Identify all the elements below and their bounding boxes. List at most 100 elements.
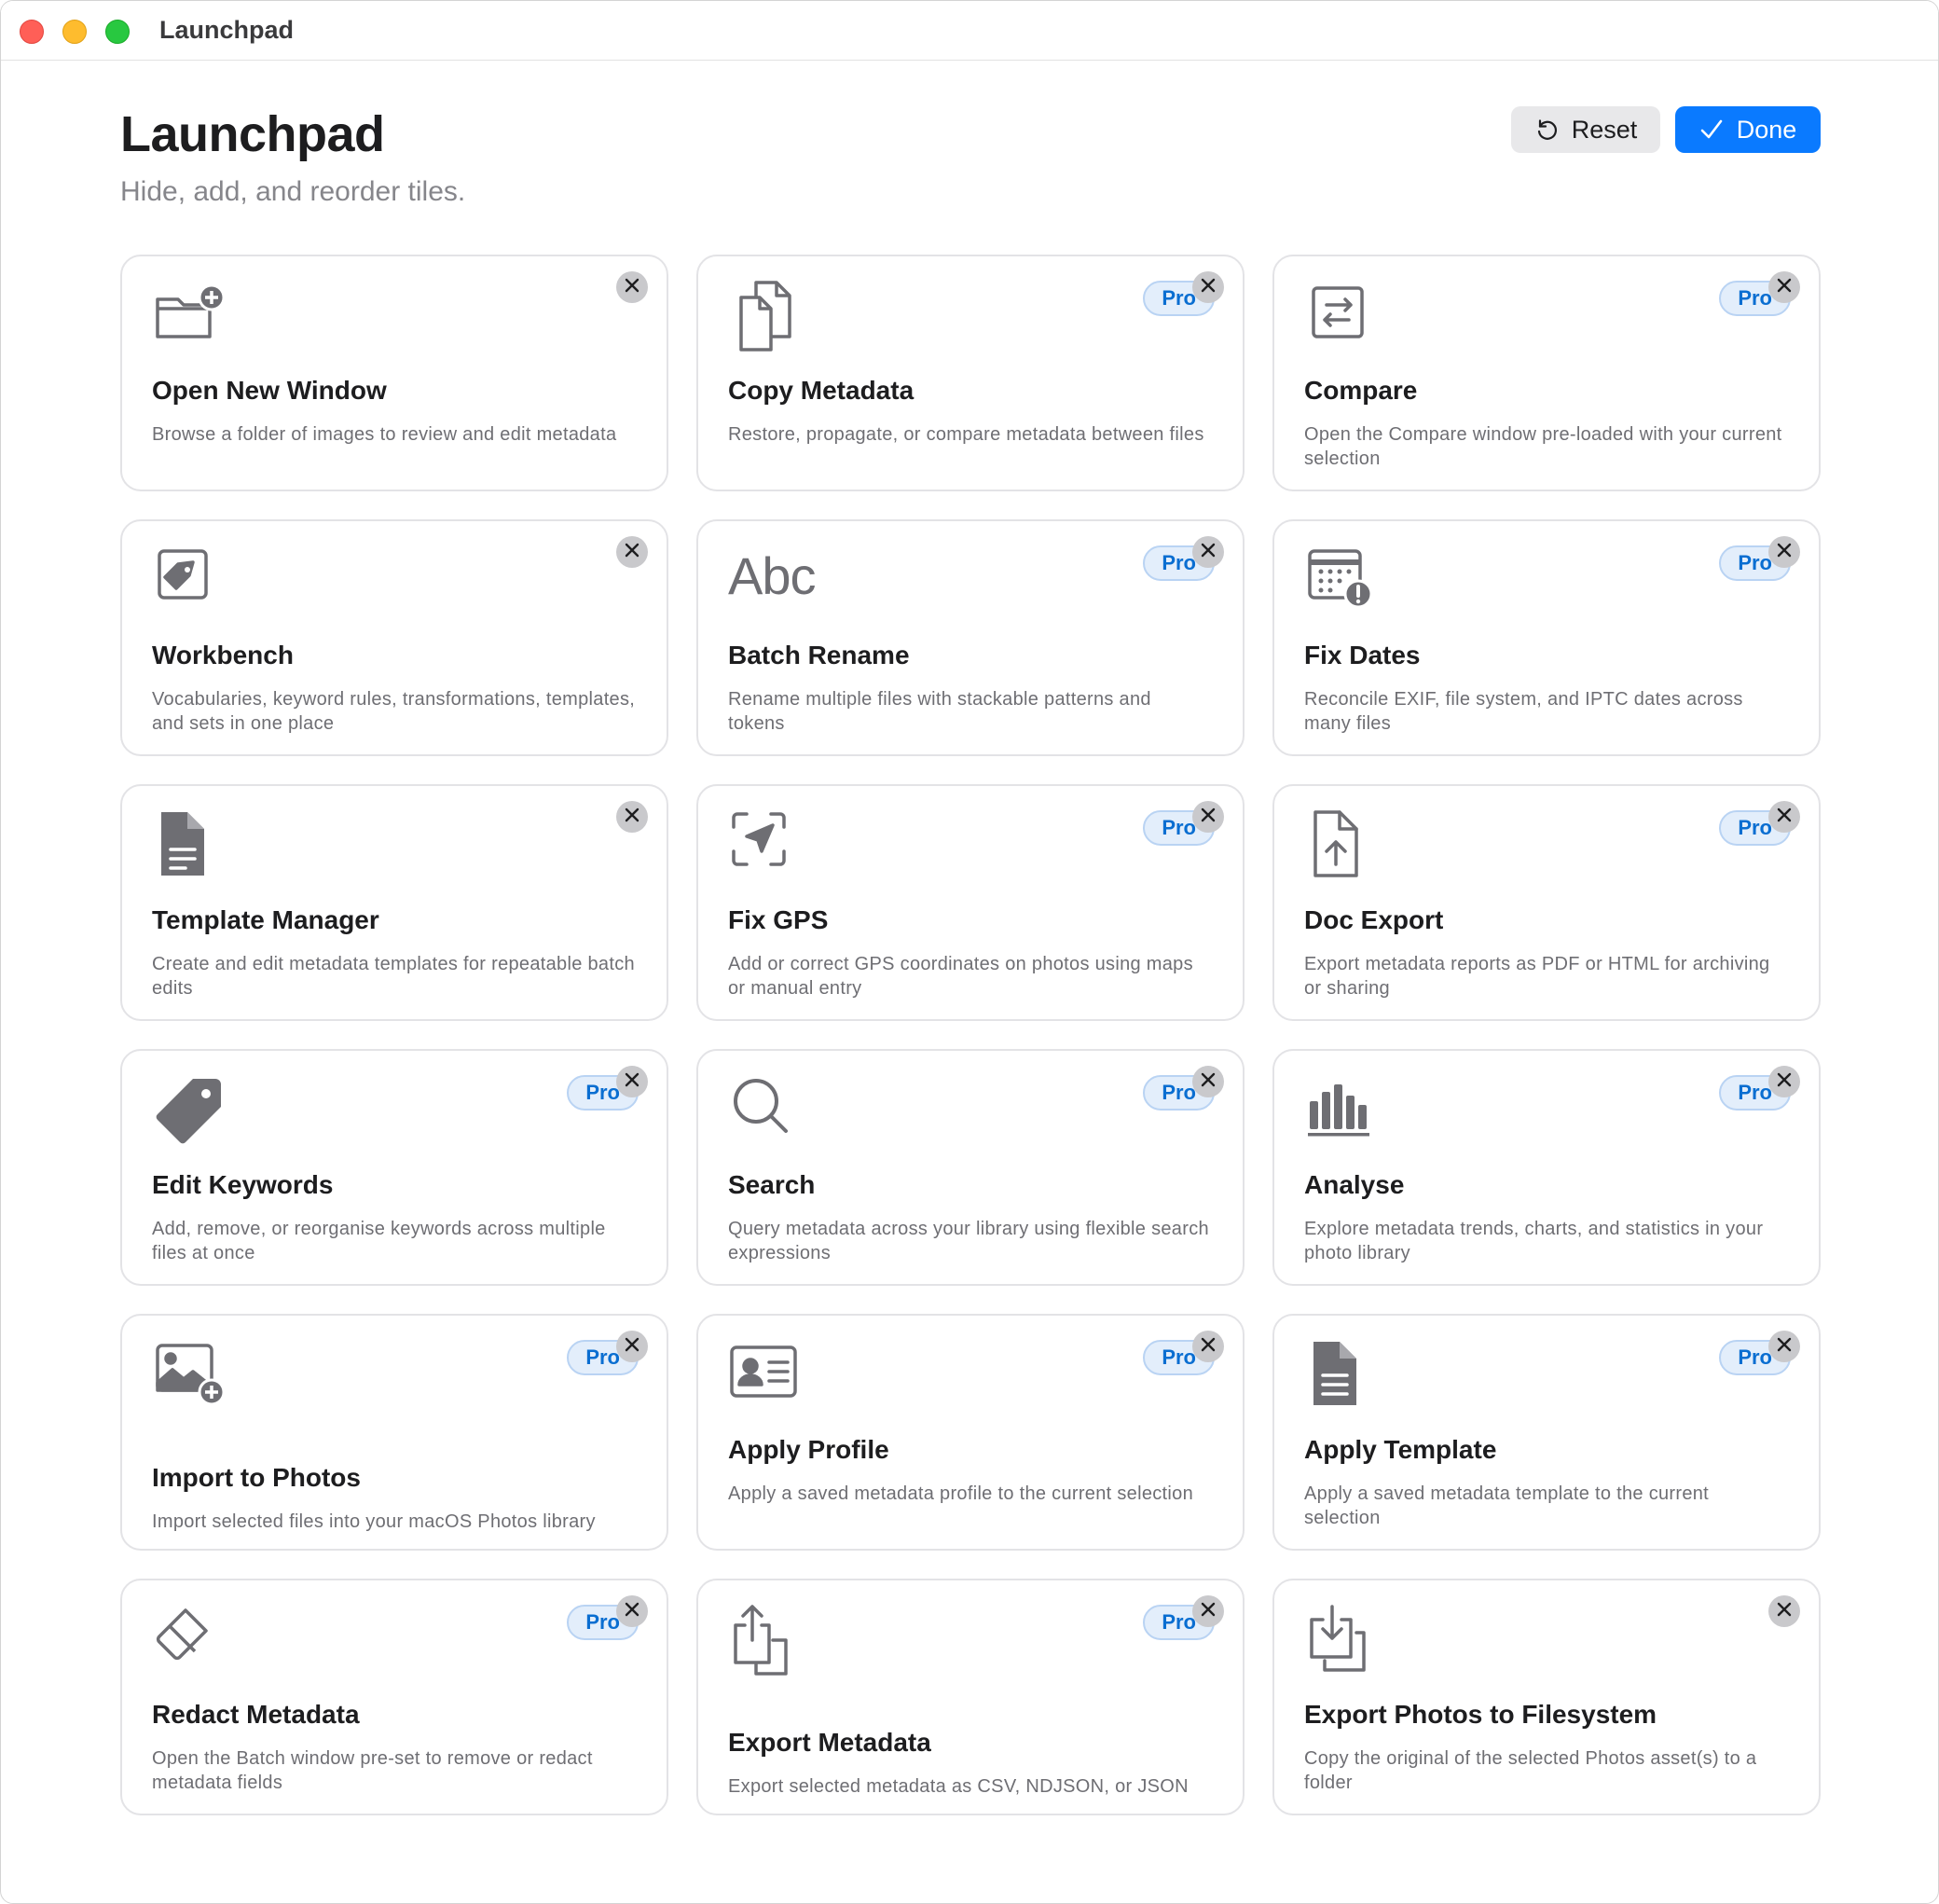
page-subtitle: Hide, add, and reorder tiles.	[120, 176, 466, 207]
close-icon	[1201, 807, 1216, 827]
tile-description: Explore metadata trends, charts, and sta…	[1304, 1219, 1764, 1263]
close-icon	[1201, 543, 1216, 562]
close-icon	[625, 543, 639, 562]
close-icon	[625, 278, 639, 297]
tile-title: Export Metadata	[728, 1728, 931, 1757]
launchpad-tile[interactable]: Apply Profile Apply a saved metadata prof…	[696, 1314, 1245, 1551]
tile-title: Export Photos to Filesystem	[1304, 1700, 1657, 1729]
close-icon	[1777, 543, 1792, 562]
launchpad-tile[interactable]: Analyse Explore metadata trends, charts, …	[1272, 1049, 1821, 1286]
minimize-window-button[interactable]	[62, 20, 87, 44]
launchpad-tile[interactable]: Fix Dates Reconcile EXIF, file system, an…	[1272, 519, 1821, 756]
reset-icon	[1534, 117, 1559, 142]
reset-label: Reset	[1571, 115, 1638, 144]
launchpad-tile[interactable]: Export Photos to Filesystem Copy the orig…	[1272, 1579, 1821, 1815]
tile-title: Apply Profile	[728, 1435, 889, 1464]
remove-tile-button[interactable]	[1192, 536, 1224, 568]
launchpad-window: Launchpad Launchpad Hide, add, and reord…	[0, 0, 1939, 1904]
tile-title: Redact Metadata	[152, 1700, 360, 1729]
tag-icon	[152, 1073, 227, 1148]
launchpad-tile[interactable]: Export Metadata Export selected metadata …	[696, 1579, 1245, 1815]
launchpad-tile[interactable]: Copy Metadata Restore, propagate, or comp…	[696, 255, 1245, 491]
close-icon	[1777, 1602, 1792, 1621]
close-icon	[1777, 1072, 1792, 1092]
page-title: Launchpad	[120, 106, 385, 162]
launchpad-tile[interactable]: Fix GPS Add or correct GPS coordinates on…	[696, 784, 1245, 1021]
remove-tile-button[interactable]	[616, 536, 648, 568]
tile-description: Create and edit metadata templates for r…	[152, 954, 635, 999]
copy-documents-icon	[728, 279, 803, 353]
close-icon	[1777, 278, 1792, 297]
done-button[interactable]: Done	[1675, 106, 1821, 153]
bar-chart-icon	[1304, 1073, 1379, 1148]
launchpad-tile[interactable]: Edit Keywords Add, remove, or reorganise …	[120, 1049, 668, 1286]
eraser-icon	[152, 1603, 227, 1677]
tile-title: Search	[728, 1170, 816, 1199]
reset-button[interactable]: Reset	[1511, 106, 1660, 153]
remove-tile-button[interactable]	[1768, 801, 1800, 833]
tile-title: Fix GPS	[728, 905, 829, 934]
document-lines-icon	[1304, 1338, 1379, 1413]
remove-tile-button[interactable]	[616, 1331, 648, 1362]
launchpad-tile[interactable]: Workbench Vocabularies, keyword rules, tr…	[120, 519, 668, 756]
launchpad-tile[interactable]: Template Manager Create and edit metadata…	[120, 784, 668, 1021]
compare-arrows-icon	[1304, 279, 1379, 353]
tile-title: Analyse	[1304, 1170, 1405, 1199]
remove-tile-button[interactable]	[1192, 801, 1224, 833]
remove-tile-button[interactable]	[616, 1066, 648, 1097]
launchpad-tile[interactable]: Import to Photos Import selected files in…	[120, 1314, 668, 1551]
tile-description: Browse a folder of images to review and …	[152, 424, 617, 445]
remove-tile-button[interactable]	[1192, 271, 1224, 303]
tile-title: Apply Template	[1304, 1435, 1497, 1464]
tile-title: Doc Export	[1304, 905, 1444, 934]
close-icon	[1201, 278, 1216, 297]
tile-title: Template Manager	[152, 905, 379, 934]
tile-description: Add or correct GPS coordinates on photos…	[728, 954, 1193, 999]
remove-tile-button[interactable]	[1768, 271, 1800, 303]
remove-tile-button[interactable]	[616, 801, 648, 833]
close-icon	[1777, 1337, 1792, 1357]
tile-title: Batch Rename	[728, 641, 910, 669]
tile-description: Export selected metadata as CSV, NDJSON,…	[728, 1776, 1189, 1797]
remove-tile-button[interactable]	[1768, 1595, 1800, 1627]
tile-title: Open New Window	[152, 376, 387, 405]
tag-square-icon	[152, 544, 227, 618]
tile-title: Edit Keywords	[152, 1170, 334, 1199]
tile-description: Copy the original of the selected Photos…	[1304, 1748, 1757, 1793]
launchpad-tile[interactable]: Open New Window Browse a folder of images…	[120, 255, 668, 491]
tile-description: Restore, propagate, or compare metadata …	[728, 424, 1204, 445]
launchpad-tile[interactable]: Compare Open the Compare window pre-loade…	[1272, 255, 1821, 491]
share-icon	[728, 1603, 803, 1677]
tile-title: Compare	[1304, 376, 1418, 405]
remove-tile-button[interactable]	[1768, 1331, 1800, 1362]
close-window-button[interactable]	[20, 20, 44, 44]
close-icon	[1201, 1602, 1216, 1621]
window-title: Launchpad	[159, 16, 295, 44]
close-icon	[625, 1072, 639, 1092]
remove-tile-button[interactable]	[1192, 1595, 1224, 1627]
remove-tile-button[interactable]	[616, 1595, 648, 1627]
photo-add-icon	[152, 1338, 227, 1413]
close-icon	[625, 807, 639, 827]
download-copy-icon	[1304, 1603, 1379, 1677]
title-bar: Launchpad	[1, 1, 1938, 61]
remove-tile-button[interactable]	[616, 271, 648, 303]
magnifier-icon	[728, 1073, 803, 1148]
launchpad-tile[interactable]: Redact Metadata Open the Batch window pre…	[120, 1579, 668, 1815]
remove-tile-button[interactable]	[1192, 1066, 1224, 1097]
zoom-window-button[interactable]	[105, 20, 130, 44]
launchpad-tile[interactable]: Apply Template Apply a saved metadata tem…	[1272, 1314, 1821, 1551]
calendar-alert-icon	[1304, 544, 1379, 618]
launchpad-tile[interactable]: Abc Batch Rename Rename multiple files wit…	[696, 519, 1245, 756]
folder-add-icon	[152, 279, 227, 353]
launchpad-tile[interactable]: Doc Export Export metadata reports as PDF…	[1272, 784, 1821, 1021]
tile-description: Vocabularies, keyword rules, transformat…	[152, 689, 636, 734]
tile-title: Workbench	[152, 641, 294, 669]
remove-tile-button[interactable]	[1768, 536, 1800, 568]
close-icon	[625, 1602, 639, 1621]
remove-tile-button[interactable]	[1768, 1066, 1800, 1097]
document-icon	[152, 808, 227, 883]
launchpad-tile[interactable]: Search Query metadata across your library…	[696, 1049, 1245, 1286]
tile-description: Rename multiple files with stackable pat…	[728, 689, 1151, 734]
remove-tile-button[interactable]	[1192, 1331, 1224, 1362]
